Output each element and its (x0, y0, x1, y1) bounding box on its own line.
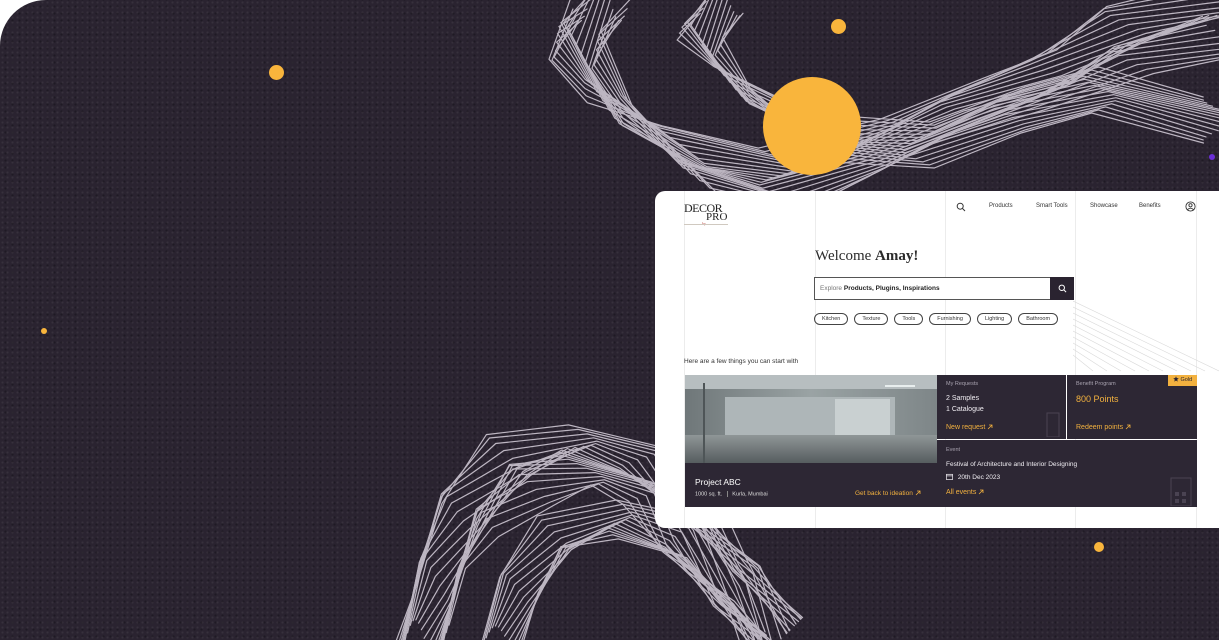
calendar-icon (946, 473, 953, 480)
search-input[interactable]: Explore Products, Plugins, Inspirations (814, 277, 1073, 300)
arrow-up-right-icon (979, 489, 984, 495)
requests-label: My Requests (946, 381, 979, 387)
redeem-points-label: Redeem points (1076, 424, 1124, 431)
intro-text: Here are a few things you can start with (684, 358, 799, 365)
welcome-name: Amay! (875, 248, 919, 264)
gold-badge-label: Gold (1180, 377, 1193, 383)
decorative-door (1046, 412, 1060, 437)
dot-yellow-4 (1094, 542, 1104, 552)
welcome-prefix: Welcome (815, 248, 872, 264)
event-date: 20th Dec 2023 (957, 474, 1001, 481)
requests-samples: 2 Samples (946, 395, 980, 402)
benefit-points: 800 Points (1076, 394, 1119, 404)
search-button[interactable] (1050, 277, 1074, 300)
new-request-link[interactable]: New request (946, 424, 993, 431)
requests-catalogue: 1 Catalogue (946, 406, 984, 413)
tag-bathroom[interactable]: Bathroom (1018, 313, 1059, 325)
gold-badge: Gold (1168, 375, 1197, 386)
search-icon (1058, 284, 1067, 293)
welcome-heading: Welcome Amay! (815, 248, 918, 265)
requests-panel[interactable]: My Requests 2 Samples 1 Catalogue New re… (937, 375, 1066, 439)
nav-benefits[interactable]: Benefits (1139, 203, 1161, 209)
dot-yellow-1 (269, 65, 284, 80)
decorative-hatch (1073, 301, 1219, 372)
nav-products[interactable]: Products (989, 203, 1013, 209)
tag-kitchen[interactable]: Kitchen (814, 313, 849, 325)
event-label: Event (946, 447, 961, 453)
event-date-row: 20th Dec 2023 (946, 473, 1000, 481)
dot-purple (1209, 154, 1215, 160)
tag-texture[interactable]: Texture (854, 313, 889, 325)
dot-yellow-3 (41, 328, 47, 334)
project-location: Kurla, Mumbai (732, 491, 768, 498)
search-icon[interactable] (956, 202, 966, 212)
sun-circle (763, 77, 861, 175)
event-panel[interactable]: Event Festival of Architecture and Inter… (937, 440, 1197, 507)
project-card[interactable]: Project ABC 1000 sq. ft. Kurla, Mumbai G… (685, 375, 937, 507)
search-placeholder: Explore Products, Plugins, Inspirations (820, 285, 940, 292)
app-preview-card: DECOR PRO by Products Smart Tools Showca… (655, 191, 1219, 528)
logo-line2: PRO (706, 211, 728, 223)
wave-line (554, 1, 1219, 160)
arrow-up-right-icon (1125, 424, 1131, 430)
all-events-link[interactable]: All events (946, 489, 984, 496)
project-link-label: Get back to ideation (855, 490, 913, 497)
arrow-up-right-icon (915, 490, 921, 496)
brand-logo[interactable]: DECOR PRO by (684, 200, 730, 228)
category-tags: Kitchen Texture Tools Furnishing Lightin… (814, 313, 1059, 325)
benefit-label: Benefit Program (1076, 381, 1116, 387)
project-ideation-link[interactable]: Get back to ideation (855, 490, 921, 497)
arrow-up-right-icon (987, 424, 993, 430)
tag-lighting[interactable]: Lighting (976, 313, 1013, 325)
nav-showcase[interactable]: Showcase (1090, 203, 1118, 209)
new-request-label: New request (946, 424, 986, 431)
wave-line (596, 15, 1219, 207)
search-placeholder-bold: Products, Plugins, Inspirations (843, 285, 940, 292)
stage: DECOR PRO by Products Smart Tools Showca… (0, 0, 1219, 640)
meta-divider (726, 491, 728, 497)
tag-tools[interactable]: Tools (894, 313, 924, 325)
user-icon[interactable] (1185, 201, 1196, 212)
all-events-label: All events (946, 489, 977, 496)
logo-underline (684, 224, 728, 225)
wave-line (584, 0, 1202, 186)
project-photo (685, 375, 937, 463)
project-meta: 1000 sq. ft. Kurla, Mumbai (695, 491, 768, 497)
star-icon (1173, 376, 1179, 382)
event-title: Festival of Architecture and Interior De… (946, 461, 1078, 468)
project-title: Project ABC (695, 477, 741, 487)
redeem-points-link[interactable]: Redeem points (1076, 424, 1131, 431)
nav-smart-tools[interactable]: Smart Tools (1036, 203, 1068, 209)
decorative-building (1170, 477, 1192, 506)
search-placeholder-prefix: Explore (820, 285, 843, 292)
dot-yellow-2 (831, 19, 846, 34)
tag-furnishing[interactable]: Furnishing (929, 313, 971, 325)
project-area: 1000 sq. ft. (695, 491, 723, 498)
